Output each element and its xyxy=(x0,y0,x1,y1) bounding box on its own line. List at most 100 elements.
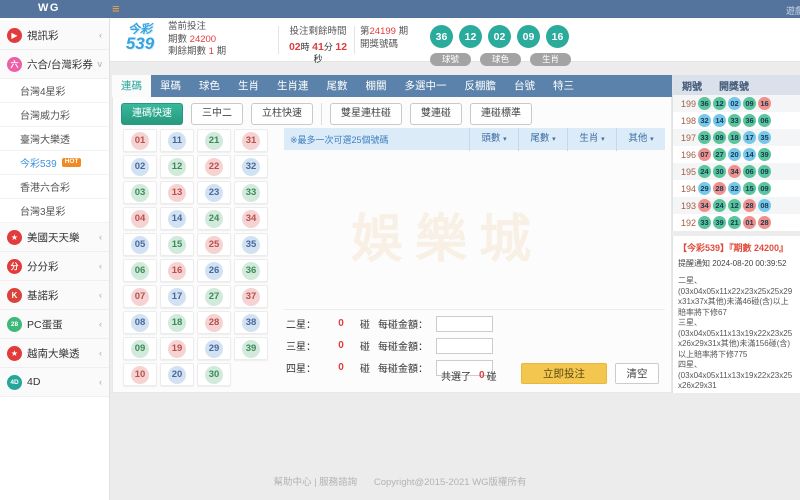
number-cell-07[interactable]: 07 xyxy=(123,285,157,308)
number-cell-11[interactable]: 11 xyxy=(160,129,194,152)
number-cell-15[interactable]: 15 xyxy=(160,233,194,256)
tab-尾數[interactable]: 尾數 xyxy=(318,75,357,97)
subtab-雙連碰[interactable]: 雙連碰 xyxy=(410,103,462,125)
number-cell-16[interactable]: 16 xyxy=(160,259,194,282)
number-cell-10[interactable]: 10 xyxy=(123,363,157,386)
sidebar-subitem-臺灣大樂透[interactable]: 臺灣大樂透 xyxy=(0,127,109,151)
number-cell-02[interactable]: 02 xyxy=(123,155,157,178)
number-cell-05[interactable]: 05 xyxy=(123,233,157,256)
number-cell-12[interactable]: 12 xyxy=(160,155,194,178)
number-cell-14[interactable]: 14 xyxy=(160,207,194,230)
result-balls: 3214333606 xyxy=(698,114,771,127)
amount-input[interactable] xyxy=(436,316,493,332)
result-ball: 09 xyxy=(743,97,756,110)
filter-其他[interactable]: 其他 ▾ xyxy=(616,128,665,151)
draw-toggle-球號[interactable]: 球號 xyxy=(430,53,471,66)
result-ball: 21 xyxy=(728,216,741,229)
number-cell-04[interactable]: 04 xyxy=(123,207,157,230)
filter-頭數[interactable]: 頭數 ▾ xyxy=(469,128,518,151)
last-draw-title: 開獎號碼 xyxy=(360,39,408,52)
sidebar-item-基諾彩[interactable]: K基諾彩‹ xyxy=(0,281,109,310)
filter-尾數[interactable]: 尾數 ▾ xyxy=(518,128,567,151)
number-cell-06[interactable]: 06 xyxy=(123,259,157,282)
chevron-icon: ‹ xyxy=(96,232,102,242)
tab-棚關[interactable]: 棚關 xyxy=(357,75,396,97)
sidebar-subitem-台灣威力彩[interactable]: 台灣威力彩 xyxy=(0,103,109,127)
number-cell-19[interactable]: 19 xyxy=(160,337,194,360)
sidebar-subitem-今彩539[interactable]: 今彩539HOT xyxy=(0,151,109,175)
sidebar-subitem-香港六合彩[interactable]: 香港六合彩 xyxy=(0,175,109,199)
sidebar-item-視訊彩[interactable]: ▶視訊彩‹ xyxy=(0,21,109,50)
number-cell-20[interactable]: 20 xyxy=(160,363,194,386)
announcement-time: 提醒通知 2024-08-20 00:39:52 xyxy=(678,258,795,269)
draw-toggle-group: 球號球色生肖 xyxy=(430,53,571,66)
number-cell-01[interactable]: 01 xyxy=(123,129,157,152)
tab-單碼[interactable]: 單碼 xyxy=(151,75,190,97)
hamburger-menu-icon[interactable]: ≡ xyxy=(112,1,120,16)
subtab-連碼快速[interactable]: 連碼快速 xyxy=(121,103,183,125)
number-cell-37[interactable]: 37 xyxy=(234,285,268,308)
number-cell-18[interactable]: 18 xyxy=(160,311,194,334)
subtab-連碰標準[interactable]: 連碰標準 xyxy=(470,103,532,125)
sidebar-item-越南大樂透[interactable]: ★越南大樂透‹ xyxy=(0,339,109,368)
number-cell-09[interactable]: 09 xyxy=(123,337,157,360)
remaining-label: 剩餘期數 xyxy=(168,46,206,57)
number-cell-35[interactable]: 35 xyxy=(234,233,268,256)
tab-台號[interactable]: 台號 xyxy=(505,75,544,97)
number-cell-39[interactable]: 39 xyxy=(234,337,268,360)
tab-生肖[interactable]: 生肖 xyxy=(229,75,268,97)
announcement-line: (03x04x05x11x13x19x22x23x25x26x29x31x其他)… xyxy=(678,329,795,361)
clear-button[interactable]: 清空 xyxy=(615,363,659,384)
number-cell-13[interactable]: 13 xyxy=(160,181,194,204)
number-cell-30[interactable]: 30 xyxy=(197,363,231,386)
submit-bet-button[interactable]: 立即投注 xyxy=(521,363,607,384)
number-ball: 07 xyxy=(131,288,149,306)
sidebar-item-分分彩[interactable]: 分分分彩‹ xyxy=(0,252,109,281)
keno-icon: K xyxy=(7,288,22,303)
number-cell-21[interactable]: 21 xyxy=(197,129,231,152)
number-cell-23[interactable]: 23 xyxy=(197,181,231,204)
result-ball: 29 xyxy=(698,182,711,195)
subtab-雙星連柱碰[interactable]: 雙星連柱碰 xyxy=(330,103,402,125)
number-cell-17[interactable]: 17 xyxy=(160,285,194,308)
corner-link[interactable]: 遊戲 xyxy=(786,4,800,17)
subtab-三中二[interactable]: 三中二 xyxy=(191,103,243,125)
sidebar-subitem-台灣4星彩[interactable]: 台灣4星彩 xyxy=(0,79,109,103)
draw-toggle-球色[interactable]: 球色 xyxy=(480,53,521,66)
tab-連碼[interactable]: 連碼 xyxy=(112,75,151,97)
number-cell-32[interactable]: 32 xyxy=(234,155,268,178)
sidebar-item-六合/台灣彩券[interactable]: 六六合/台灣彩券v xyxy=(0,50,109,79)
number-cell-08[interactable]: 08 xyxy=(123,311,157,334)
number-cell-31[interactable]: 31 xyxy=(234,129,268,152)
remaining-value: 1 xyxy=(209,46,214,57)
tab-多選中一[interactable]: 多選中一 xyxy=(396,75,456,97)
subtab-立柱快速[interactable]: 立柱快速 xyxy=(251,103,313,125)
tab-特三[interactable]: 特三 xyxy=(544,75,583,97)
number-cell-28[interactable]: 28 xyxy=(197,311,231,334)
amount-input[interactable] xyxy=(436,338,493,354)
number-ball: 13 xyxy=(168,184,186,202)
number-cell-24[interactable]: 24 xyxy=(197,207,231,230)
lottery-header: 今彩 539 當前投注 期數 24200 剩餘期數 1 期 投注剩餘時間 02時… xyxy=(110,18,800,62)
tab-反棚膽[interactable]: 反棚膽 xyxy=(456,75,506,97)
countdown-seconds: 12 xyxy=(335,41,347,53)
number-cell-36[interactable]: 36 xyxy=(234,259,268,282)
sidebar-subitem-台灣3星彩[interactable]: 台灣3星彩 xyxy=(0,199,109,223)
sidebar-item-4D[interactable]: 4D4D‹ xyxy=(0,368,109,397)
number-cell-29[interactable]: 29 xyxy=(197,337,231,360)
number-cell-26[interactable]: 26 xyxy=(197,259,231,282)
number-cell-22[interactable]: 22 xyxy=(197,155,231,178)
footer-links[interactable]: 幫助中心 | 服務諮詢 xyxy=(273,477,357,488)
filter-生肖[interactable]: 生肖 ▾ xyxy=(567,128,616,151)
sidebar-item-美國天天樂[interactable]: ★美國天天樂‹ xyxy=(0,223,109,252)
number-cell-27[interactable]: 27 xyxy=(197,285,231,308)
tab-球色[interactable]: 球色 xyxy=(190,75,229,97)
number-cell-38[interactable]: 38 xyxy=(234,311,268,334)
draw-toggle-生肖[interactable]: 生肖 xyxy=(530,53,571,66)
tab-生肖連[interactable]: 生肖連 xyxy=(268,75,318,97)
sidebar-item-PC蛋蛋[interactable]: 28PC蛋蛋‹ xyxy=(0,310,109,339)
number-cell-25[interactable]: 25 xyxy=(197,233,231,256)
number-cell-34[interactable]: 34 xyxy=(234,207,268,230)
number-cell-03[interactable]: 03 xyxy=(123,181,157,204)
number-cell-33[interactable]: 33 xyxy=(234,181,268,204)
